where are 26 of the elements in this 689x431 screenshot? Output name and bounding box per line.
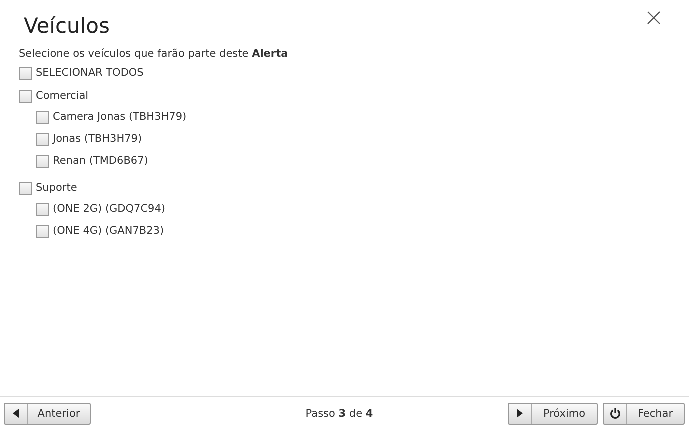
checkbox[interactable] — [19, 90, 32, 102]
checkbox[interactable] — [36, 154, 49, 168]
power-icon — [610, 408, 620, 419]
checkbox[interactable] — [19, 66, 32, 80]
group-label: Suporte — [36, 182, 78, 194]
checkbox[interactable] — [36, 132, 49, 146]
vehicle-label: (ONE 2G) (GDQ7C94) — [53, 203, 166, 215]
vehicle-label: Renan (TMD6B67) — [53, 155, 148, 167]
checkbox[interactable] — [36, 202, 49, 216]
vehicle-label: (ONE 4G) (GAN7B23) — [53, 225, 164, 237]
dialog-title: Veículos — [24, 14, 110, 38]
left-triangle-icon — [13, 409, 19, 418]
checkbox[interactable] — [19, 182, 32, 194]
checkbox[interactable] — [36, 110, 49, 124]
right-triangle-icon — [517, 409, 523, 418]
checkbox-label: SELECIONAR TODOS — [36, 67, 144, 79]
group-label: Comercial — [36, 90, 89, 102]
close-icon[interactable] — [647, 11, 661, 25]
vehicle-label: Camera Jonas (TBH3H79) — [53, 111, 187, 123]
checkbox[interactable] — [36, 224, 49, 238]
previous-button[interactable]: Anterior — [4, 402, 91, 424]
step-indicator: Passo 3 de 4 — [304, 408, 374, 420]
instruction-text: Selecione os veículos que farão parte deste Alerta — [19, 48, 290, 60]
vehicle-label: Jonas (TBH3H79) — [53, 133, 142, 145]
close-button[interactable]: Fechar — [603, 402, 685, 424]
next-button[interactable]: Próximo — [508, 402, 598, 424]
